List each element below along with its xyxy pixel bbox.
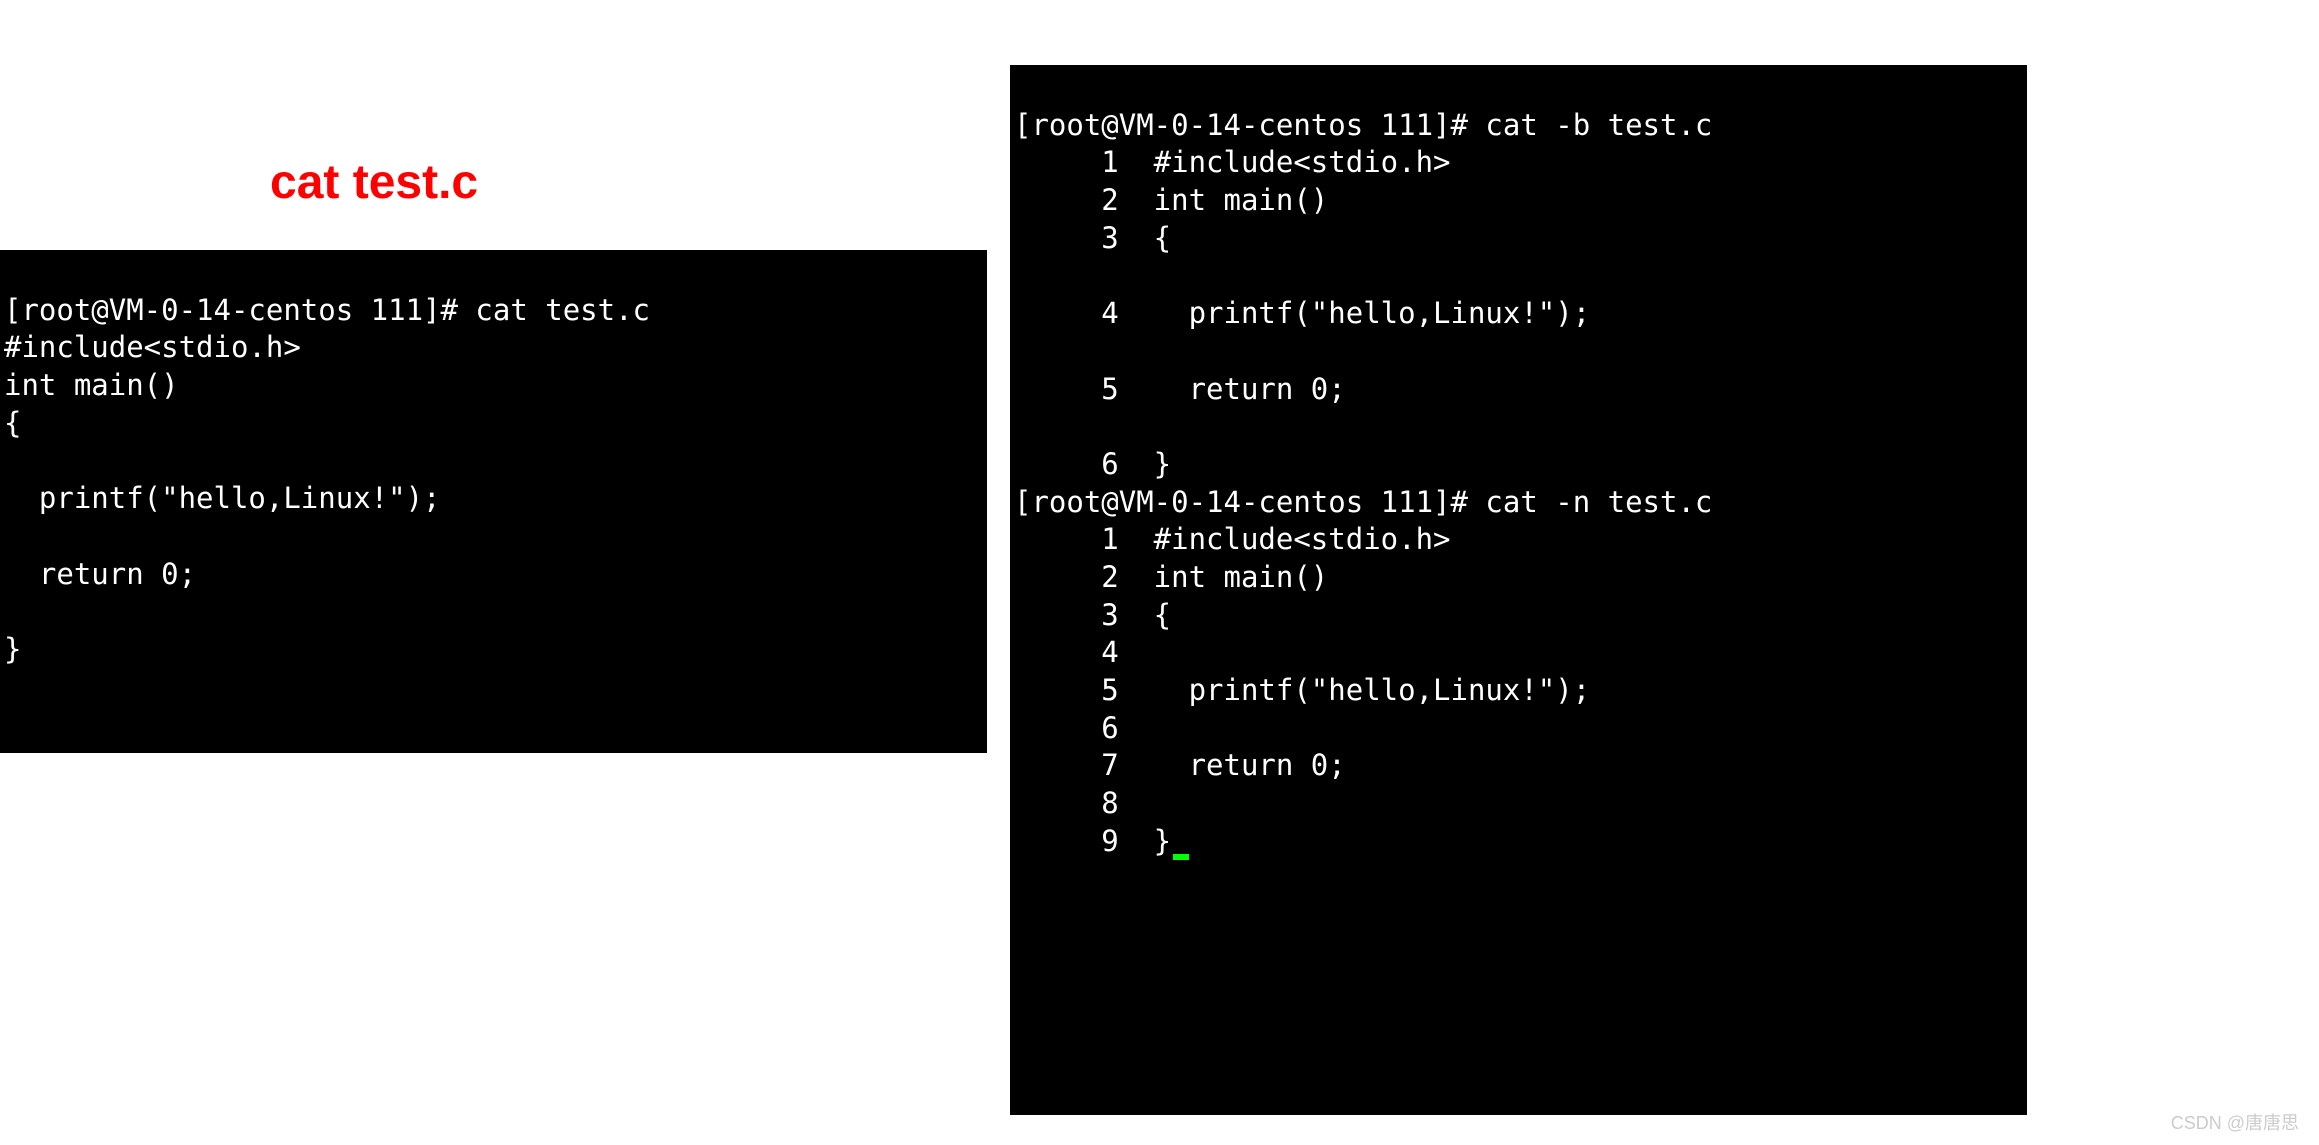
- terminal-right: [root@VM-0-14-centos 111]# cat -b test.c…: [1010, 65, 2027, 1115]
- output-line: 8: [1014, 786, 1119, 820]
- watermark: CSDN @唐唐思: [2171, 1109, 2299, 1135]
- output-line: 7 return 0;: [1014, 748, 1346, 782]
- output-line: int main(): [4, 368, 179, 402]
- output-line: 5 return 0;: [1014, 372, 1346, 406]
- output-line: 6: [1014, 711, 1119, 745]
- output-line: 5 printf("hello,Linux!");: [1014, 673, 1590, 707]
- prompt-line: [root@VM-0-14-centos 111]# cat test.c: [4, 293, 650, 327]
- cursor-icon: [1173, 854, 1189, 860]
- output-line: {: [4, 406, 21, 440]
- output-line: 4: [1014, 635, 1119, 669]
- terminal-left: [root@VM-0-14-centos 111]# cat test.c #i…: [0, 250, 987, 753]
- output-line: #include<stdio.h>: [4, 330, 301, 364]
- output-line: 2 int main(): [1014, 183, 1328, 217]
- output-line: 1 #include<stdio.h>: [1014, 522, 1451, 556]
- prompt-line-b: [root@VM-0-14-centos 111]# cat -b test.c: [1014, 108, 1712, 142]
- output-line: 4 printf("hello,Linux!");: [1014, 296, 1590, 330]
- output-line: 2 int main(): [1014, 560, 1328, 594]
- output-line: 3 {: [1014, 598, 1171, 632]
- output-line: }: [4, 632, 21, 666]
- output-line: 6 }: [1014, 447, 1171, 481]
- output-line: return 0;: [4, 557, 196, 591]
- output-line: printf("hello,Linux!");: [4, 481, 441, 515]
- label-cat-testc: cat test.c: [270, 155, 478, 210]
- output-line: 3 {: [1014, 221, 1171, 255]
- output-line: 1 #include<stdio.h>: [1014, 145, 1451, 179]
- prompt-line-n: [root@VM-0-14-centos 111]# cat -n test.c: [1014, 485, 1712, 519]
- output-line: 9 }: [1014, 824, 1171, 858]
